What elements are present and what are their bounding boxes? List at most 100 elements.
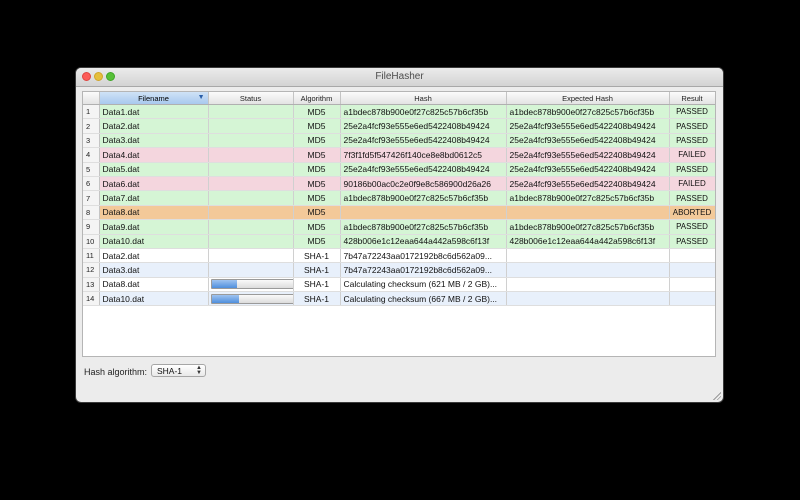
app-window: FileHasher Filename ▼ Status Algorithm H… <box>76 68 723 402</box>
result-cell: PASSED <box>669 234 715 249</box>
column-header-label: Algorithm <box>300 93 333 103</box>
table-row[interactable]: 2 Data2.dat MD5 25e2a4fcf93e555e6ed5422408b… <box>83 118 715 134</box>
status-cell <box>208 248 294 264</box>
table-row[interactable]: 5 Data5.dat MD5 25e2a4fcf93e555e6ed5422408b… <box>83 162 715 177</box>
row-number: 10 <box>83 234 100 249</box>
filename-cell: Data5.dat <box>99 162 209 177</box>
table-row[interactable]: 13 Data8.dat SHA-1 Calculating checksum (62… <box>83 277 715 293</box>
hash-cell <box>340 205 507 221</box>
status-cell <box>208 291 294 307</box>
status-cell <box>208 147 294 163</box>
row-number: 14 <box>83 291 100 307</box>
result-cell: FAILED <box>669 147 715 163</box>
expected-hash-cell <box>506 262 670 278</box>
row-number: 8 <box>83 205 100 221</box>
algorithm-cell: MD5 <box>293 118 341 134</box>
progress-bar <box>210 279 292 290</box>
row-number: 7 <box>83 190 100 206</box>
row-number: 11 <box>83 248 100 264</box>
hash-cell: a1bdec878b900e0f27c825c57b6cf35b <box>340 219 507 235</box>
filename-cell: Data1.dat <box>99 104 209 120</box>
status-cell <box>208 133 294 149</box>
algorithm-cell: MD5 <box>293 162 341 177</box>
filename-cell: Data3.dat <box>99 133 209 149</box>
column-header-result[interactable]: Result <box>669 92 715 105</box>
status-cell <box>208 118 294 134</box>
row-number: 13 <box>83 277 100 293</box>
expected-hash-cell: 25e2a4fcf93e555e6ed5422408b49424 <box>506 147 670 163</box>
row-number: 4 <box>83 147 100 163</box>
row-number: 1 <box>83 104 100 120</box>
column-header-filename[interactable]: Filename ▼ <box>99 92 209 105</box>
column-header-status[interactable]: Status <box>208 92 294 105</box>
column-header-hash[interactable]: Hash <box>340 92 507 105</box>
table-row[interactable]: 11 Data2.dat SHA-1 7b47a72243aa0172192b8c6d… <box>83 248 715 264</box>
expected-hash-cell <box>506 277 670 293</box>
algorithm-cell: MD5 <box>293 176 341 192</box>
result-cell <box>669 248 715 264</box>
result-cell <box>669 277 715 293</box>
row-number: 3 <box>83 133 100 149</box>
result-cell: PASSED <box>669 190 715 206</box>
filename-cell: Data8.dat <box>99 205 209 221</box>
algorithm-cell: MD5 <box>293 190 341 206</box>
table-row[interactable]: 14 Data10.dat SHA-1 Calculating checksum (6… <box>83 291 715 307</box>
hash-cell: 25e2a4fcf93e555e6ed5422408b49424 <box>340 133 507 149</box>
table-row[interactable]: 4 Data4.dat MD5 7f3f1fd5f547426f140ce8e8bd0… <box>83 147 715 163</box>
status-cell <box>208 176 294 192</box>
filename-cell: Data2.dat <box>99 248 209 264</box>
status-cell <box>208 219 294 235</box>
window-title: FileHasher <box>375 71 424 82</box>
select-arrows-icon: ▲ ▼ <box>196 365 202 376</box>
expected-hash-cell <box>506 291 670 307</box>
expected-hash-cell: 25e2a4fcf93e555e6ed5422408b49424 <box>506 133 670 149</box>
table-row[interactable]: 8 Data8.dat MD5 ABORTED <box>83 205 715 221</box>
status-cell <box>208 234 294 249</box>
status-cell <box>208 162 294 177</box>
status-cell <box>208 104 294 120</box>
hash-cell: Calculating checksum (621 MB / 2 GB)... <box>340 277 507 293</box>
column-header-label: Status <box>239 93 262 103</box>
hash-algorithm-select[interactable]: SHA-1 ▲ ▼ <box>151 364 206 377</box>
title-bar[interactable]: FileHasher <box>76 68 723 87</box>
algorithm-cell: SHA-1 <box>293 262 341 278</box>
table-row[interactable]: 1 Data1.dat MD5 a1bdec878b900e0f27c825c57b6… <box>83 104 715 120</box>
result-cell: PASSED <box>669 219 715 235</box>
progress-fill <box>211 280 237 289</box>
result-cell: PASSED <box>669 133 715 149</box>
expected-hash-cell <box>506 205 670 221</box>
algorithm-cell: SHA-1 <box>293 291 341 307</box>
row-number: 9 <box>83 219 100 235</box>
resize-grip-icon[interactable] <box>713 392 721 400</box>
table-row[interactable]: 9 Data9.dat MD5 a1bdec878b900e0f27c825c57b6… <box>83 219 715 235</box>
algorithm-cell: MD5 <box>293 234 341 249</box>
algorithm-cell: MD5 <box>293 147 341 163</box>
expected-hash-cell: 428b006e1c12eaa644a442a598c6f13f <box>506 234 670 249</box>
column-header-expected-hash[interactable]: Expected Hash <box>506 92 670 105</box>
result-cell: FAILED <box>669 176 715 192</box>
sort-descending-icon: ▼ <box>197 94 205 101</box>
table-row[interactable]: 7 Data7.dat MD5 a1bdec878b900e0f27c825c57b6… <box>83 190 715 206</box>
hash-cell: 7b47a72243aa0172192b8c6d562a09... <box>340 262 507 278</box>
files-table[interactable]: Filename ▼ Status Algorithm Hash Expecte… <box>82 91 716 357</box>
expected-hash-cell: 25e2a4fcf93e555e6ed5422408b49424 <box>506 162 670 177</box>
table-row[interactable]: 12 Data3.dat SHA-1 7b47a72243aa0172192b8c6d… <box>83 262 715 278</box>
table-row[interactable]: 10 Data10.dat MD5 428b006e1c12eaa644a442a59… <box>83 234 715 249</box>
status-cell <box>208 205 294 221</box>
filename-cell: Data4.dat <box>99 147 209 163</box>
algorithm-cell: SHA-1 <box>293 248 341 264</box>
hash-cell: a1bdec878b900e0f27c825c57b6cf35b <box>340 104 507 120</box>
hash-cell: 7b47a72243aa0172192b8c6d562a09... <box>340 248 507 264</box>
algorithm-cell: MD5 <box>293 133 341 149</box>
column-header-algorithm[interactable]: Algorithm <box>293 92 341 105</box>
hash-cell: Calculating checksum (667 MB / 2 GB)... <box>340 291 507 307</box>
algorithm-cell: MD5 <box>293 205 341 221</box>
table-row[interactable]: 3 Data3.dat MD5 25e2a4fcf93e555e6ed5422408b… <box>83 133 715 149</box>
progress-fill <box>211 294 239 303</box>
table-row[interactable]: 6 Data6.dat MD5 90186b00ac0c2e0f9e8c586900d… <box>83 176 715 192</box>
hash-algorithm-value: SHA-1 <box>157 366 183 376</box>
hash-cell: 7f3f1fd5f547426f140ce8e8bd0612c5 <box>340 147 507 163</box>
status-cell <box>208 262 294 278</box>
filename-cell: Data3.dat <box>99 262 209 278</box>
result-cell: PASSED <box>669 118 715 134</box>
